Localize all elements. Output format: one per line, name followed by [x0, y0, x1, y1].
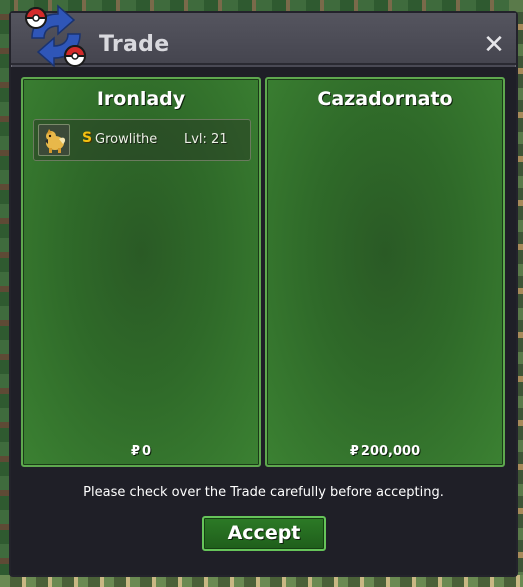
- pokedollar-icon: ₽: [130, 444, 140, 459]
- pokedollar-icon: ₽: [349, 444, 359, 459]
- growlithe-sprite: [45, 129, 66, 153]
- close-button[interactable]: ✕: [482, 30, 506, 60]
- close-icon: ✕: [483, 30, 505, 60]
- currency-amount-left: 0: [142, 444, 152, 459]
- trade-swap-logo-icon: [24, 4, 87, 68]
- window-title: Trade: [99, 32, 170, 57]
- trade-body: Ironlady S Growlithe Lvl: 21 ₽ 0 Cazador…: [11, 67, 516, 575]
- currency-offer-right: ₽200,000: [267, 444, 503, 459]
- offer-panel-left: Ironlady S Growlithe Lvl: 21 ₽ 0: [21, 77, 261, 467]
- currency-amount-right: 200,000: [360, 444, 421, 459]
- accept-button[interactable]: Accept: [202, 516, 326, 551]
- player-name-right: Cazadornato: [317, 88, 453, 110]
- shiny-badge: S: [82, 130, 93, 146]
- player-name-left: Ironlady: [96, 88, 186, 110]
- currency-offer-left: ₽0: [23, 444, 259, 459]
- trade-item-slot[interactable]: S Growlithe Lvl: 21: [33, 119, 251, 161]
- offer-panel-right: Cazadornato ₽200,000: [265, 77, 505, 467]
- growlithe-sprite-icon: [38, 124, 70, 156]
- trade-window: Trade ✕ Ironlady S Growlithe Lvl: 21 ₽ 0…: [9, 4, 518, 577]
- item-pokemon-level: Lvl: 21: [184, 132, 228, 147]
- item-pokemon-name: Growlithe: [95, 132, 158, 147]
- trade-notice: Please check over the Trade carefully be…: [83, 485, 444, 500]
